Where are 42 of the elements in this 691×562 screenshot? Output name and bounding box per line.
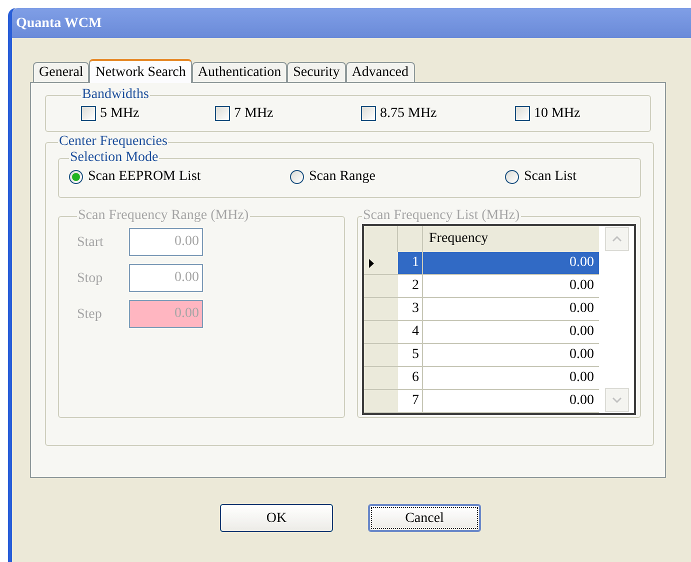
radio-label: Scan List [524,168,576,186]
group-title: Bandwidths [81,87,150,103]
scroll-up-icon[interactable] [604,227,628,251]
table-cell: 0.00 [423,252,599,275]
dialog-button[interactable]: OK [220,504,333,532]
checkbox[interactable] [515,106,530,121]
table-cell: 6 [398,367,423,390]
table-cell: 5 [398,344,423,367]
table-cell: 1 [398,252,423,275]
scroll-down-icon[interactable] [604,388,628,412]
radio-button[interactable] [505,170,519,184]
radio-button[interactable] [69,170,83,184]
checkbox[interactable] [361,106,376,121]
window-title: Quanta WCM [16,14,102,32]
checkbox-label: 7 MHz [234,105,274,123]
checkbox-label: 10 MHz [534,105,580,123]
tab[interactable]: Authentication [192,62,288,82]
tab[interactable]: General [33,62,90,82]
table-cell: 4 [398,321,423,344]
dialog-button[interactable]: Cancel [368,504,481,532]
group-title: Scan Frequency List (MHz) [362,208,521,224]
checkbox-label: 8.75 MHz [380,105,437,123]
radio-label: Scan EEPROM List [88,168,201,186]
row-header[interactable] [364,252,398,275]
field-label: Start [77,234,104,252]
radio-button[interactable] [290,170,304,184]
radio-label: Scan Range [309,168,376,186]
table-cell: 7 [398,390,423,413]
tab[interactable]: Network Search [89,59,192,83]
tab[interactable]: Advanced [346,62,415,82]
current-row-icon [369,258,374,268]
table-cell: 2 [398,275,423,298]
group-title: Scan Frequency Range (MHz) [77,208,250,224]
field-label: Step [77,306,103,324]
tab[interactable]: Security [287,62,346,82]
checkbox-label: 5 MHz [100,105,140,123]
checkbox[interactable] [81,106,96,121]
group-title: Center Frequencies [58,134,168,150]
group-title: Selection Mode [69,150,160,166]
checkbox[interactable] [215,106,230,121]
table-cell: 3 [398,298,423,321]
field-label: Stop [77,270,104,288]
